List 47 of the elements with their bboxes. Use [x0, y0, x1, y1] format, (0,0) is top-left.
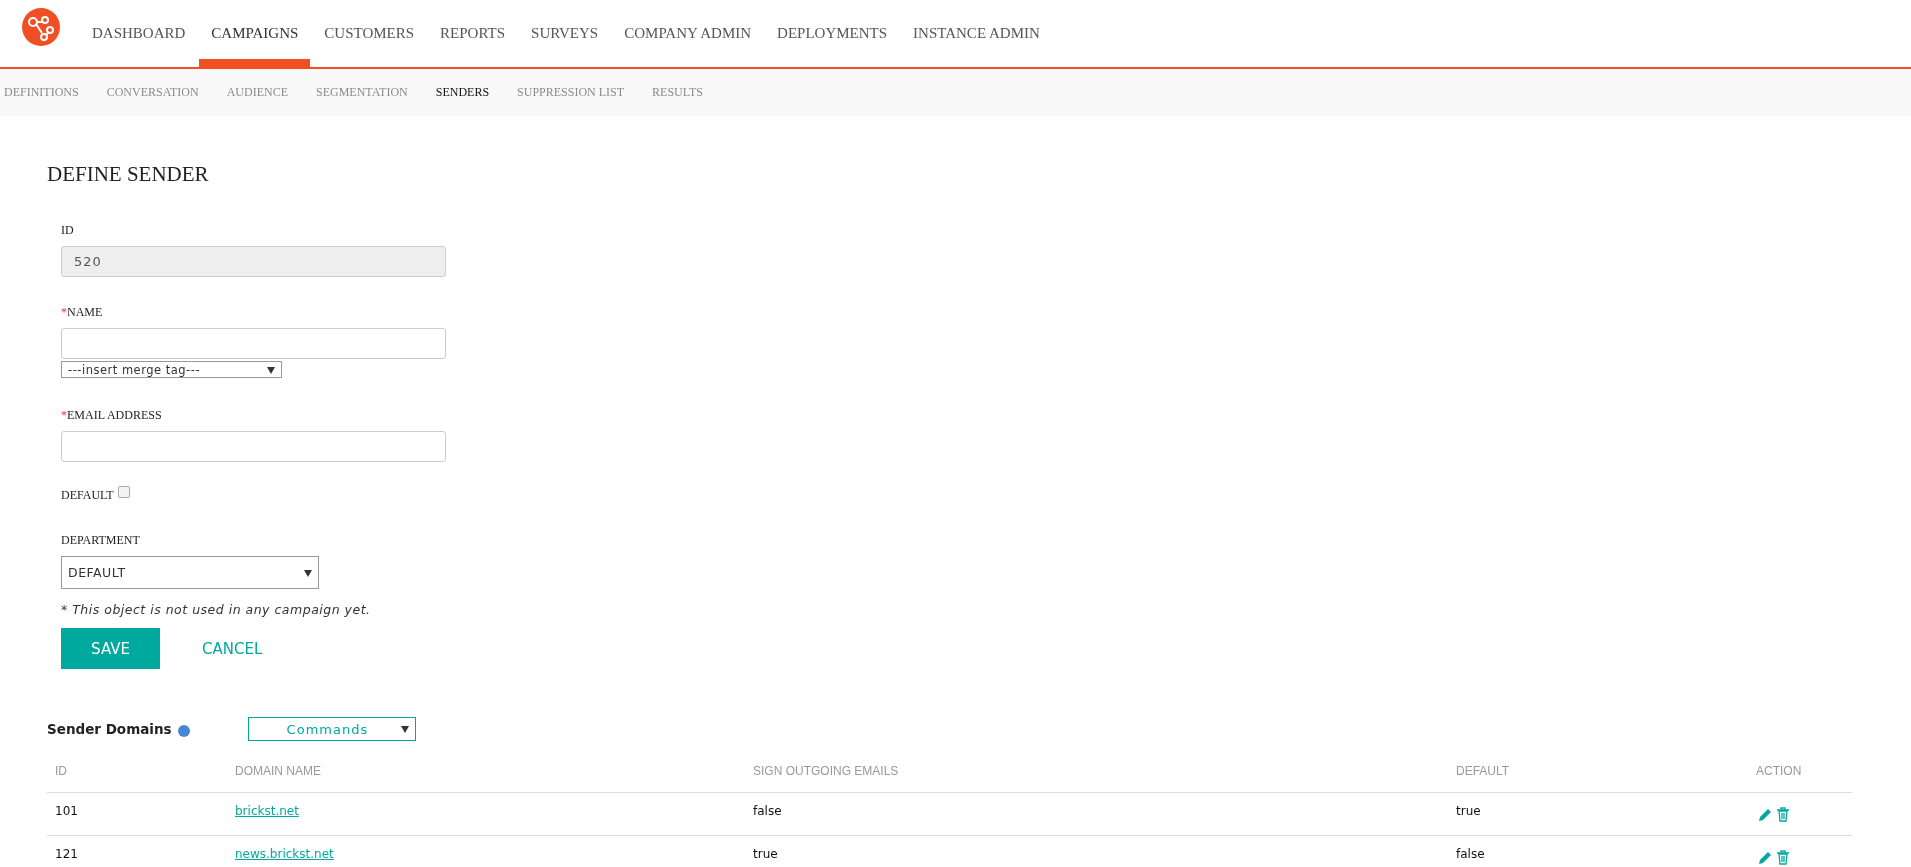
pencil-icon[interactable] — [1758, 850, 1772, 865]
merge-tag-select[interactable]: ---insert merge tag--- — [61, 361, 282, 378]
logo-icon[interactable] — [22, 8, 60, 46]
caret-icon — [304, 568, 312, 577]
page-title: DEFINE SENDER — [47, 162, 210, 187]
table-cell-text: false — [1455, 846, 1486, 861]
nav-tab[interactable]: REPORTS — [428, 0, 518, 67]
table-cell-text: 121 — [54, 846, 79, 861]
subnav-tab[interactable]: SUPPRESSION LIST — [517, 85, 625, 100]
table-cell-text: true — [752, 846, 779, 861]
subnav-tab[interactable]: SEGMENTATION — [316, 85, 408, 100]
field-label: DEPARTMENT — [61, 533, 140, 548]
id-field[interactable]: 520 — [61, 246, 446, 277]
section-title: Sender Domains — [47, 721, 172, 737]
caret-icon — [400, 725, 409, 733]
trash-icon[interactable] — [1776, 850, 1790, 865]
column-header: DOMAIN NAME — [234, 763, 322, 778]
nav-tab[interactable]: INSTANCE ADMIN — [901, 0, 1052, 67]
table-cell-text: 101 — [54, 803, 79, 818]
table-cell-text: false — [752, 803, 783, 818]
column-header: ACTION — [1755, 763, 1803, 778]
nav-tab[interactable]: DASHBOARD — [80, 0, 198, 67]
nav-tab[interactable]: SURVEYS — [519, 0, 611, 67]
field-label: *EMAIL ADDRESS — [61, 408, 162, 423]
department-select[interactable]: DEFAULT — [61, 556, 319, 589]
field-label: *NAME — [61, 305, 103, 320]
default-checkbox[interactable] — [117, 485, 130, 498]
nav-tab[interactable]: DEPLOYMENTS — [765, 0, 900, 67]
pencil-icon[interactable] — [1758, 807, 1772, 822]
column-header: ID — [54, 763, 68, 778]
column-header: SIGN OUTGOING EMAILS — [752, 763, 900, 778]
subnav-tab[interactable]: SENDERS — [435, 85, 490, 100]
subnav-tab[interactable]: CONVERSATION — [106, 85, 199, 100]
usage-note: * This object is not used in any campaign yet. — [61, 602, 372, 617]
nav-tab[interactable]: CUSTOMERS — [312, 0, 427, 67]
nav-tab[interactable]: COMPANY ADMIN — [612, 0, 764, 67]
caret-icon — [267, 365, 275, 374]
field-label: ID — [61, 223, 74, 238]
trash-icon[interactable] — [1776, 807, 1790, 822]
email-field[interactable] — [61, 431, 446, 462]
column-header: DEFAULT — [1455, 763, 1511, 778]
subnav-tab[interactable]: RESULTS — [652, 85, 703, 100]
field-label: DEFAULT — [61, 488, 114, 503]
subnav-tab[interactable]: DEFINITIONS — [4, 85, 79, 100]
subnav-tab[interactable]: AUDIENCE — [226, 85, 288, 100]
name-field[interactable] — [61, 328, 446, 359]
table-cell-text: true — [1455, 803, 1482, 818]
